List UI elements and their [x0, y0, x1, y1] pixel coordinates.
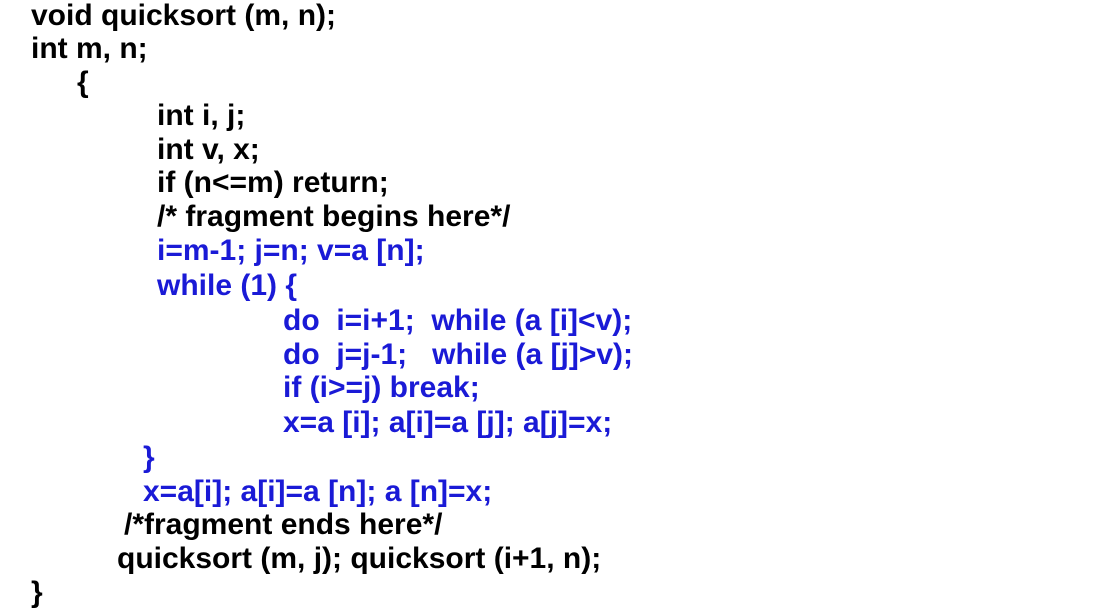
code-line-swap-ij: x=a [i]; a[i]=a [j]; a[j]=x;	[283, 406, 613, 439]
code-line-while: while (1) {	[157, 269, 298, 302]
code-line-do-i: do i=i+1; while (a [i]<v);	[283, 304, 633, 337]
code-line-swap-in: x=a[i]; a[i]=a [n]; a [n]=x;	[143, 475, 493, 508]
code-line-comment-begin: /* fragment begins here*/	[157, 200, 511, 233]
code-line-init: i=m-1; j=n; v=a [n];	[157, 234, 425, 267]
code-line-function-signature: void quicksort (m, n);	[31, 0, 337, 32]
code-line-close-while: }	[143, 441, 155, 474]
code-line-open-brace: {	[77, 66, 89, 99]
code-line-param-declaration: int m, n;	[31, 32, 148, 65]
code-line-decl-ij: int i, j;	[157, 99, 246, 132]
code-line-close-brace: }	[31, 576, 43, 609]
code-line-if-break: if (i>=j) break;	[283, 371, 480, 404]
code-line-do-j: do j=j-1; while (a [j]>v);	[283, 338, 634, 371]
code-line-if-return: if (n<=m) return;	[157, 166, 389, 199]
code-line-comment-end: /*fragment ends here*/	[124, 508, 443, 541]
code-line-decl-vx: int v, x;	[157, 133, 260, 166]
code-line-recursive-calls: quicksort (m, j); quicksort (i+1, n);	[117, 542, 602, 575]
code-listing: void quicksort (m, n); int m, n; { int i…	[0, 0, 1116, 614]
